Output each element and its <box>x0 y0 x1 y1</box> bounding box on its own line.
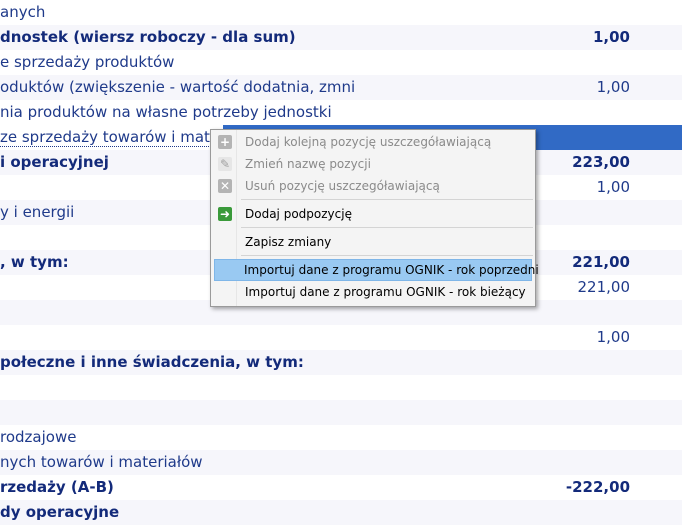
table-row[interactable]: nych towarów i materiałów <box>0 450 682 475</box>
table-row[interactable]: połeczne i inne świadczenia, w tym: <box>0 350 682 375</box>
row-label: dnostek (wiersz roboczy - dla sum) <box>0 28 296 46</box>
row-value: 1,00 <box>596 78 630 96</box>
menu-item-save[interactable]: Zapisz zmiany <box>213 231 533 253</box>
delete-icon: ✕ <box>218 179 232 193</box>
table-row[interactable] <box>0 375 682 400</box>
row-value: 1,00 <box>596 328 630 346</box>
table-row[interactable]: rzedaży (A-B) -222,00 <box>0 475 682 500</box>
menu-item-add-detail[interactable]: + Dodaj kolejną pozycję uszczegóławiając… <box>213 131 533 153</box>
row-label: i operacyjnej <box>0 153 109 171</box>
row-value: -222,00 <box>565 478 630 496</box>
menu-separator <box>241 227 533 228</box>
row-label: połeczne i inne świadczenia, w tym: <box>0 353 304 371</box>
menu-separator <box>241 199 533 200</box>
menu-item-rename[interactable]: ✎ Zmień nazwę pozycji <box>213 153 533 175</box>
menu-item-import-previous-year[interactable]: Importuj dane z programu OGNIK - rok pop… <box>214 259 539 281</box>
row-label: nych towarów i materiałów <box>0 453 203 471</box>
table-row[interactable]: 1,00 <box>0 325 682 350</box>
row-value: 221,00 <box>577 278 631 296</box>
table-row[interactable]: oduktów (zwiększenie - wartość dodatnia,… <box>0 75 682 100</box>
table-row[interactable]: dy operacyjne <box>0 500 682 525</box>
row-label: e sprzedaży produktów <box>0 53 175 71</box>
row-value: 1,00 <box>592 28 630 46</box>
row-label: y i energii <box>0 203 75 221</box>
table-row[interactable]: e sprzedaży produktów <box>0 50 682 75</box>
row-label: nia produktów na własne potrzeby jednost… <box>0 103 332 121</box>
row-value: 1,00 <box>596 178 630 196</box>
table-row[interactable]: anych <box>0 0 682 25</box>
table-row[interactable] <box>0 400 682 425</box>
context-menu: + Dodaj kolejną pozycję uszczegóławiając… <box>210 129 539 307</box>
menu-item-import-current-year[interactable]: Importuj dane z programu OGNIK - rok bie… <box>213 281 533 303</box>
row-label: ze sprzedaży towarów i mate <box>0 125 224 150</box>
menu-item-add-subitem[interactable]: ➜ Dodaj podpozycję <box>213 203 533 225</box>
row-label: rodzajowe <box>0 428 77 446</box>
row-label: oduktów (zwiększenie - wartość dodatnia,… <box>0 78 356 96</box>
edit-icon: ✎ <box>218 157 232 171</box>
table-row[interactable]: nia produktów na własne potrzeby jednost… <box>0 100 682 125</box>
row-value: 221,00 <box>572 253 630 271</box>
row-label: anych <box>0 3 46 21</box>
menu-item-delete-detail[interactable]: ✕ Usuń pozycję uszczegóławiającą <box>213 175 533 197</box>
row-value: 223,00 <box>572 153 630 171</box>
row-label: , w tym: <box>0 253 69 271</box>
add-subitem-icon: ➜ <box>218 207 232 221</box>
table-row[interactable]: rodzajowe <box>0 425 682 450</box>
row-label: dy operacyjne <box>0 503 120 521</box>
plus-icon: + <box>218 135 232 149</box>
row-label: rzedaży (A-B) <box>0 478 114 496</box>
menu-separator <box>241 255 533 256</box>
table-row[interactable]: dnostek (wiersz roboczy - dla sum) 1,00 <box>0 25 682 50</box>
